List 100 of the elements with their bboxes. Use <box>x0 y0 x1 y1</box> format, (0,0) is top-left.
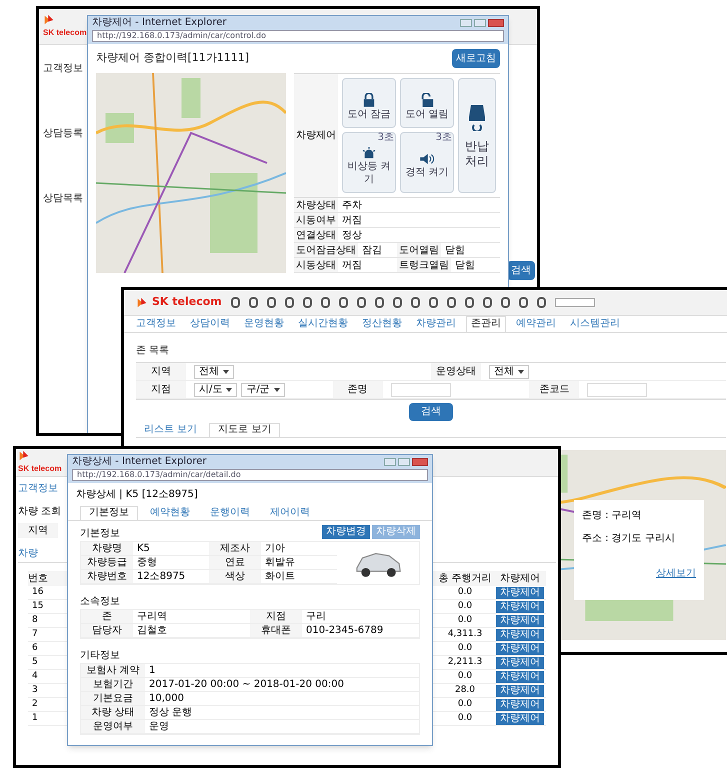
detail-tab[interactable]: 예약현황 <box>142 508 198 520</box>
field-value: 12소8975 <box>136 570 186 583</box>
field-label: 연료 <box>209 556 261 569</box>
select-field[interactable]: 전체 <box>489 364 529 378</box>
section-title: 기타정보 <box>80 651 121 661</box>
view-tab[interactable]: 리스트 보기 <box>136 425 206 437</box>
toolbar-icon[interactable] <box>392 297 402 308</box>
list-tab[interactable]: 차량 <box>18 546 38 562</box>
address-bar[interactable]: http://192.168.0.173/admin/car/detail.do <box>72 469 428 481</box>
section-title: 기본정보 <box>80 529 120 539</box>
control-button[interactable]: 차량제어 <box>496 642 544 654</box>
view-tab[interactable]: 지도로 보기 <box>209 423 280 437</box>
control-button[interactable]: 3초 경적 켜기 <box>400 132 454 193</box>
toolbar-icon[interactable] <box>248 297 258 308</box>
filter-label: 지역 <box>18 523 58 538</box>
filter-label: 운영상태 <box>431 363 481 380</box>
control-button[interactable]: 차량제어 <box>496 586 544 598</box>
toolbar-icon[interactable] <box>320 297 330 308</box>
info-value: 정상 <box>341 228 363 242</box>
table-cell-text: 0.0 <box>456 602 474 611</box>
field-value: 10,000 <box>148 692 185 705</box>
control-button[interactable]: 차량제어 <box>496 684 544 696</box>
chevron-down-icon <box>223 370 229 374</box>
action-button[interactable]: 차량변경 <box>322 525 370 539</box>
detail-tab[interactable]: 제어이력 <box>262 508 318 520</box>
input-field[interactable] <box>390 382 451 396</box>
field-value: 김철호 <box>136 624 168 637</box>
toolbar-icon[interactable] <box>410 297 420 308</box>
field-value: 010-2345-6789 <box>305 624 384 637</box>
nav-tab[interactable]: 실시간현황 <box>294 319 352 332</box>
siren-icon <box>361 147 377 160</box>
toolbar-icon[interactable] <box>266 297 276 308</box>
info-value: 꺼짐 <box>341 214 363 227</box>
return-button[interactable]: 반납 처리 <box>458 78 496 193</box>
table-cell-text: 0.0 <box>456 672 474 681</box>
control-button[interactable]: 차량제어 <box>496 712 544 724</box>
nav-tab[interactable]: 운영현황 <box>240 319 288 332</box>
toolbar-icon[interactable] <box>230 297 240 308</box>
toolbar-icon[interactable] <box>284 297 294 308</box>
control-button[interactable]: 차량제어 <box>496 656 544 668</box>
toolbar-icon[interactable] <box>374 297 384 308</box>
select-field[interactable]: 시/도 <box>194 382 238 396</box>
status-field[interactable] <box>554 298 595 307</box>
input-field[interactable] <box>587 382 648 396</box>
detail-link[interactable]: 상세보기 <box>656 566 696 581</box>
toolbar-icon[interactable] <box>518 297 528 308</box>
section-title: 고객정보 <box>43 62 81 76</box>
toolbar-icon[interactable] <box>302 297 312 308</box>
control-button[interactable]: 3초 비상등 켜기 <box>342 132 396 193</box>
select-field[interactable]: 전체 <box>194 364 234 378</box>
field-value: 구리역 <box>136 610 168 623</box>
nav-tab[interactable]: 고객정보 <box>132 319 180 332</box>
logo-text: SK telecom <box>152 294 222 310</box>
info-label: 도어잠금상태 <box>294 243 358 257</box>
nav-tab[interactable]: 존관리 <box>466 316 506 332</box>
toolbar-icon[interactable] <box>464 297 474 308</box>
toolbar-icon[interactable] <box>482 297 492 308</box>
refresh-button[interactable]: 새로고침 <box>452 49 500 68</box>
popup-title: 차량제어 종합이력[11가1111] <box>96 50 250 66</box>
info-label: 시동상태 <box>294 258 338 272</box>
field-label: 차량 상태 <box>81 706 145 719</box>
field-label: 차량번호 <box>81 570 133 583</box>
control-button[interactable]: 도어 잠금 <box>342 78 396 128</box>
control-button[interactable]: 도어 열림 <box>400 78 454 128</box>
address-bar[interactable]: http://192.168.0.173/admin/car/control.do <box>92 30 504 42</box>
field-value: 정상 운행 <box>148 706 194 719</box>
table-cell-text: 6 <box>31 644 39 653</box>
select-field[interactable]: 구/군 <box>241 382 285 396</box>
nav-tab[interactable]: 예약관리 <box>512 319 560 332</box>
info-label: 도어열림 <box>397 243 441 257</box>
info-label: 트렁크열림 <box>397 258 451 272</box>
control-button[interactable]: 차량제어 <box>496 628 544 640</box>
field-label: 차량등급 <box>81 556 133 569</box>
nav-tab[interactable]: 차량관리 <box>412 319 460 332</box>
toolbar-icon[interactable] <box>428 297 438 308</box>
filter-label: 지역 <box>136 363 186 380</box>
search-button[interactable]: 검색 <box>507 261 535 280</box>
detail-tab[interactable]: 기본정보 <box>80 506 138 520</box>
info-label: 차량상태 <box>294 198 338 212</box>
nav-tab[interactable]: 상담이력 <box>186 319 234 332</box>
search-button[interactable]: 검색 <box>409 403 453 421</box>
nav-tab[interactable]: 시스템관리 <box>566 319 624 332</box>
table-cell-text: 0.0 <box>456 616 474 625</box>
toolbar-icon[interactable] <box>338 297 348 308</box>
detail-tab[interactable]: 운행이력 <box>202 508 258 520</box>
toolbar-icon[interactable] <box>356 297 366 308</box>
control-button[interactable]: 차량제어 <box>496 670 544 682</box>
toolbar-icon[interactable] <box>500 297 510 308</box>
toolbar-icon[interactable] <box>536 297 546 308</box>
filter-label: 존코드 <box>529 381 580 398</box>
control-button[interactable]: 차량제어 <box>496 698 544 710</box>
nav-tab[interactable]: 고객정보 <box>18 481 58 496</box>
control-button[interactable]: 차량제어 <box>496 600 544 612</box>
field-label: 색상 <box>209 570 261 583</box>
duration-label: 3초 <box>378 133 394 144</box>
toolbar-icon[interactable] <box>446 297 456 308</box>
field-label: 담당자 <box>81 624 133 637</box>
popup-title: 차량상세 | K5 [12소8975] <box>75 488 199 502</box>
control-button[interactable]: 차량제어 <box>496 614 544 626</box>
nav-tab[interactable]: 정산현황 <box>358 319 406 332</box>
